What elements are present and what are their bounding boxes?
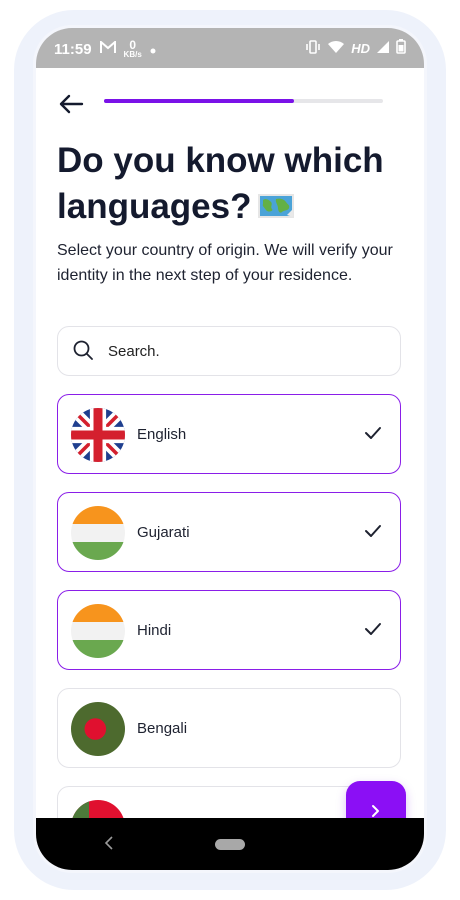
phone-frame: 11:59 0 KB/s HD Do you know which langua… [36, 28, 424, 870]
language-option-bengali[interactable]: Bengali [57, 688, 401, 768]
vibrate-icon [305, 39, 321, 57]
signal-icon [376, 40, 390, 57]
system-nav-bar [36, 818, 424, 870]
title-line-2: languages? [57, 187, 252, 226]
language-option-hindi[interactable]: Hindi [57, 590, 401, 670]
gmail-icon [99, 39, 116, 58]
india-flag-icon [71, 604, 125, 658]
status-bar: 11:59 0 KB/s HD [36, 28, 424, 68]
language-label: Bengali [137, 720, 188, 737]
title-line-1: Do you know which [57, 141, 384, 180]
chevron-right-icon [372, 805, 379, 817]
arrow-left-icon [59, 94, 84, 114]
search-icon [73, 340, 93, 360]
screen-content: Do you know which languages? Select your… [36, 68, 424, 866]
check-icon [365, 427, 381, 439]
language-option-gujarati[interactable]: Gujarati [57, 492, 401, 572]
progress-fill [104, 99, 294, 103]
language-label: English [137, 426, 187, 443]
page-title: Do you know which languages? [57, 138, 407, 232]
check-icon [365, 623, 381, 635]
uk-flag-icon [71, 408, 125, 462]
battery-icon [396, 39, 406, 57]
notification-dot-icon [150, 41, 156, 58]
status-time: 11:59 [54, 40, 92, 58]
world-map-icon [257, 186, 295, 232]
wifi-icon [327, 40, 345, 57]
network-type: HD [351, 40, 370, 56]
language-label: Gujarati [137, 524, 190, 541]
network-speed: 0 KB/s [123, 38, 142, 59]
back-button[interactable] [58, 94, 84, 114]
india-flag-icon [71, 506, 125, 560]
search-box[interactable] [57, 326, 401, 376]
bangladesh-flag-icon [71, 702, 125, 756]
check-icon [365, 525, 381, 537]
nav-home-pill[interactable] [215, 839, 245, 850]
language-option-english[interactable]: English [57, 394, 401, 474]
nav-back-icon[interactable] [104, 836, 114, 850]
page-subtitle: Select your country of origin. We will v… [57, 242, 393, 284]
progress-bar [104, 99, 383, 103]
language-label: Hindi [137, 622, 172, 639]
search-input[interactable] [108, 339, 378, 363]
